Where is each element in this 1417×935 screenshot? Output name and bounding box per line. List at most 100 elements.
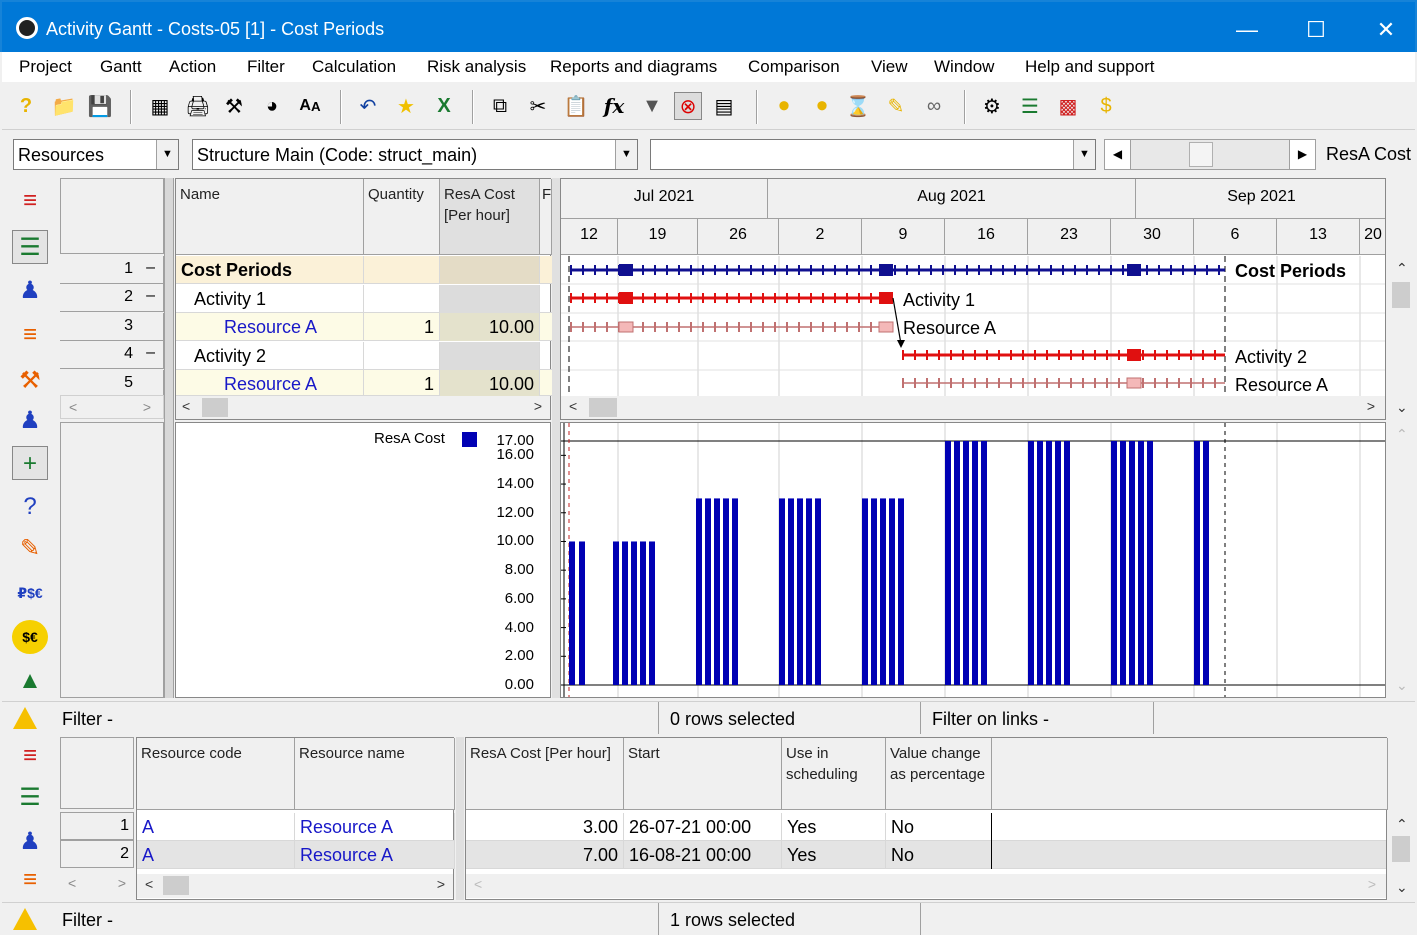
menu-reports[interactable]: Reports and diagrams bbox=[550, 57, 717, 77]
pencil-bars-icon[interactable]: ✎ bbox=[12, 532, 48, 566]
cell-name[interactable]: Activity 2 bbox=[176, 342, 364, 370]
cell-name[interactable]: Cost Periods bbox=[176, 256, 364, 284]
vertical-scrollbar[interactable]: ⌃ ⌄ bbox=[1388, 256, 1415, 420]
resource-people-icon[interactable]: ♟ bbox=[12, 274, 48, 308]
column-header-start[interactable]: Start bbox=[624, 738, 782, 810]
column-header-value-change[interactable]: Value change as percentage bbox=[886, 738, 992, 810]
row-number[interactable]: 2– bbox=[60, 284, 164, 312]
cell-start[interactable]: 26-07-21 00:00 bbox=[624, 813, 782, 841]
bottom-row-number[interactable]: 1 bbox=[60, 812, 134, 840]
cell-use-in-scheduling[interactable]: Yes bbox=[782, 841, 886, 869]
table-row[interactable]: A Resource A bbox=[137, 841, 455, 869]
cell-cost[interactable] bbox=[440, 342, 540, 370]
horizontal-slider[interactable]: ◀ ▶ bbox=[1104, 139, 1316, 170]
column-header-cost[interactable]: ResA Cost [Per hour] bbox=[440, 179, 540, 255]
row-number[interactable]: 4– bbox=[60, 341, 164, 369]
tools-icon[interactable]: ⚒ bbox=[220, 92, 248, 120]
view-select[interactable]: Resources ▼ bbox=[13, 139, 179, 170]
cell-quantity[interactable] bbox=[364, 256, 440, 284]
walking-person-icon[interactable]: ⚫ bbox=[770, 92, 798, 120]
table-row[interactable]: Cost Periods bbox=[176, 256, 552, 284]
column-header-name[interactable]: Name bbox=[176, 179, 364, 255]
table-row[interactable]: 7.00 16-08-21 00:00 Yes No bbox=[466, 841, 1386, 869]
favorite-star-icon[interactable]: ★ bbox=[392, 92, 420, 120]
chevron-left-icon[interactable]: ◀ bbox=[1105, 140, 1131, 169]
bars-icon[interactable]: ≡ bbox=[12, 318, 48, 352]
menu-risk-analysis[interactable]: Risk analysis bbox=[427, 57, 526, 77]
column-header-resource-code[interactable]: Resource code bbox=[137, 738, 295, 810]
column-header-resource-name[interactable]: Resource name bbox=[295, 738, 455, 810]
menu-project[interactable]: Project bbox=[19, 57, 72, 77]
help-icon[interactable]: ? bbox=[12, 92, 40, 120]
minimize-button[interactable]: — bbox=[1224, 10, 1270, 50]
undo-icon[interactable]: ↶ bbox=[354, 92, 382, 120]
collapse-toggle[interactable]: – bbox=[146, 287, 155, 305]
cell-quantity[interactable]: 1 bbox=[364, 313, 440, 341]
clear-filter-icon[interactable]: ⊗ bbox=[674, 92, 702, 120]
resource-grid-scrollbar[interactable]: < > bbox=[137, 874, 453, 898]
slider-thumb[interactable] bbox=[1189, 142, 1213, 167]
print-icon[interactable]: 🖨 bbox=[184, 92, 212, 120]
link-list-icon[interactable]: ≡ bbox=[12, 739, 48, 773]
row-number[interactable]: 1– bbox=[60, 256, 164, 284]
row-number[interactable]: 3 bbox=[60, 313, 164, 341]
cell-value-change[interactable]: No bbox=[886, 813, 992, 841]
table-row[interactable]: Resource A 1 10.00 bbox=[176, 370, 552, 398]
cost-grid-scrollbar[interactable]: < > bbox=[466, 874, 1386, 898]
bars-icon[interactable]: ≡ bbox=[12, 863, 48, 897]
cell-start[interactable]: 16-08-21 00:00 bbox=[624, 841, 782, 869]
table-row[interactable]: Activity 2 bbox=[176, 342, 552, 370]
save-icon[interactable]: 💾 bbox=[86, 92, 114, 120]
structure-icon[interactable]: ☰ bbox=[1016, 92, 1044, 120]
formula-icon[interactable]: fx bbox=[600, 92, 628, 120]
tools-bars-icon[interactable]: ⚒ bbox=[12, 364, 48, 398]
menu-comparison[interactable]: Comparison bbox=[748, 57, 840, 77]
menu-calculation[interactable]: Calculation bbox=[312, 57, 396, 77]
table-row[interactable]: 3.00 26-07-21 00:00 Yes No bbox=[466, 813, 1386, 841]
row-number[interactable]: 5 bbox=[60, 370, 164, 398]
gantt-structure-icon[interactable]: ☰ bbox=[12, 230, 48, 264]
font-icon[interactable]: AA bbox=[296, 92, 324, 120]
splitter[interactable] bbox=[164, 178, 174, 698]
tree-icon[interactable]: ▲ bbox=[12, 664, 48, 698]
menu-action[interactable]: Action bbox=[169, 57, 216, 77]
gantt-structure-icon[interactable]: ☰ bbox=[12, 781, 48, 815]
bottom-vertical-scrollbar[interactable]: ⌃ ⌄ bbox=[1388, 812, 1415, 900]
currency-coin-icon[interactable]: $€ bbox=[12, 620, 48, 654]
cell-resource-name[interactable]: Resource A bbox=[295, 841, 455, 869]
row-scrollbar[interactable]: < > bbox=[60, 395, 164, 419]
table-row[interactable]: Resource A 1 10.00 bbox=[176, 313, 552, 341]
resource-people-icon[interactable]: ♟ bbox=[12, 825, 48, 859]
team-icon[interactable]: ♟ bbox=[12, 404, 48, 438]
pie-chart-icon[interactable]: ◕ bbox=[258, 92, 286, 120]
network-icon[interactable]: ⚙ bbox=[978, 92, 1006, 120]
menu-filter[interactable]: Filter bbox=[247, 57, 285, 77]
histogram-vertical-scrollbar[interactable]: ⌃ ⌄ bbox=[1388, 422, 1415, 698]
cell-cost[interactable]: 10.00 bbox=[440, 370, 540, 398]
cell-value-change[interactable]: No bbox=[886, 841, 992, 869]
question-people-icon[interactable]: ? bbox=[12, 490, 48, 524]
cut-icon[interactable]: ✂ bbox=[524, 92, 552, 120]
pencil-icon[interactable]: ✎ bbox=[882, 92, 910, 120]
table-row[interactable]: A Resource A bbox=[137, 813, 455, 841]
cell-cost[interactable]: 10.00 bbox=[440, 313, 540, 341]
splitter[interactable] bbox=[552, 178, 560, 698]
column-header-cost[interactable]: ResA Cost [Per hour] bbox=[466, 738, 624, 810]
person-icon[interactable]: ⚫ bbox=[808, 92, 836, 120]
filter-icon[interactable]: ▼ bbox=[638, 92, 666, 120]
cell-quantity[interactable]: 1 bbox=[364, 370, 440, 398]
structure-select[interactable]: Structure Main (Code: struct_main) ▼ bbox=[192, 139, 638, 170]
chevron-down-icon[interactable]: ▼ bbox=[1073, 140, 1095, 169]
hourglass-icon[interactable]: ⌛ bbox=[844, 92, 872, 120]
menu-gantt[interactable]: Gantt bbox=[100, 57, 142, 77]
cell-cost[interactable] bbox=[440, 285, 540, 313]
link-list-icon[interactable]: ≡ bbox=[12, 184, 48, 218]
splitter[interactable] bbox=[456, 737, 464, 900]
cell-name[interactable]: Activity 1 bbox=[176, 285, 364, 313]
cell-quantity[interactable] bbox=[364, 342, 440, 370]
column-header-use-in-scheduling[interactable]: Use in scheduling bbox=[782, 738, 886, 810]
chevron-right-icon[interactable]: ▶ bbox=[1289, 140, 1315, 169]
extra-select[interactable]: ▼ bbox=[650, 139, 1096, 170]
cell-use-in-scheduling[interactable]: Yes bbox=[782, 813, 886, 841]
column-header-quantity[interactable]: Quantity bbox=[364, 179, 440, 255]
